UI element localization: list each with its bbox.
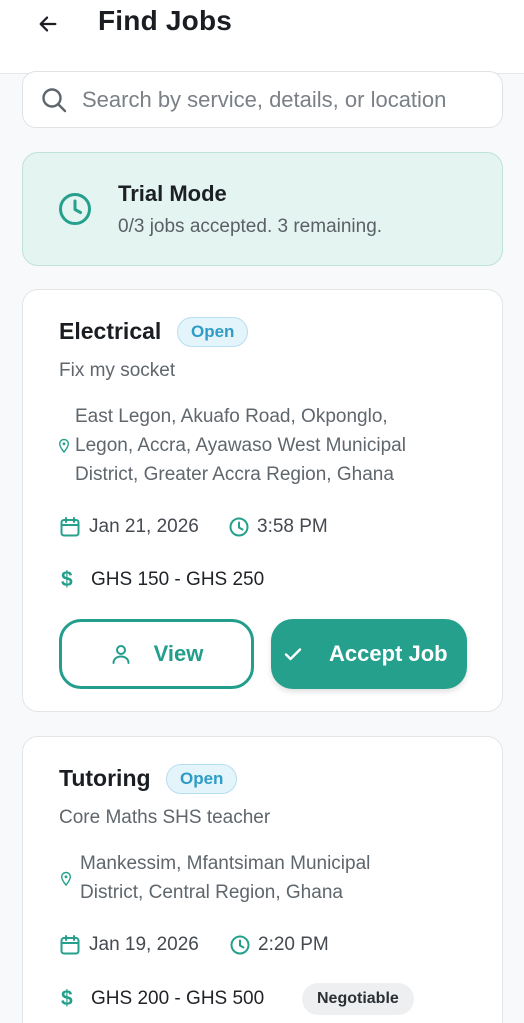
check-icon [284, 648, 302, 661]
search-input[interactable] [82, 86, 502, 113]
trial-subtitle: 0/3 jobs accepted. 3 remaining. [118, 216, 383, 237]
arrow-left-icon [39, 16, 57, 32]
calendar-icon [60, 517, 80, 537]
job-price: GHS 150 - GHS 250 [91, 569, 265, 590]
location-line: East Legon, Akuafo Road, Okponglo, [75, 406, 388, 427]
job-time: 2:20 PM [258, 934, 329, 955]
trial-mode-banner: Trial Mode 0/3 jobs accepted. 3 remainin… [22, 152, 503, 266]
clock-icon [59, 193, 91, 225]
user-icon [112, 645, 130, 664]
view-button-label: View [153, 641, 204, 666]
search-icon [40, 86, 68, 114]
job-description: Core Maths SHS teacher [59, 807, 271, 828]
dollar-icon: $ [61, 568, 73, 591]
job-description: Fix my socket [59, 360, 176, 381]
calendar-icon [60, 935, 80, 955]
clock-icon [230, 935, 250, 955]
status-badge: Open [177, 317, 249, 347]
accept-job-label: Accept Job [329, 641, 448, 666]
negotiable-badge: Negotiable [302, 983, 414, 1015]
job-price: GHS 200 - GHS 500 [91, 988, 265, 1009]
search-bar[interactable] [22, 71, 503, 128]
job-category: Tutoring [59, 765, 151, 791]
dollar-icon: $ [61, 987, 73, 1010]
back-button[interactable] [30, 6, 66, 42]
top-app-bar: Find Jobs [0, 0, 524, 74]
view-button[interactable]: View [59, 619, 254, 689]
location-line: Mankessim, Mfantsiman Municipal [80, 853, 371, 874]
location-pin-icon [60, 871, 72, 887]
job-time: 3:58 PM [257, 516, 328, 537]
job-category: Electrical [59, 318, 162, 344]
location-line: District, Greater Accra Region, Ghana [75, 464, 394, 485]
page-title: Find Jobs [98, 5, 233, 36]
job-card[interactable]: Electrical Open Fix my socket East Legon… [22, 289, 503, 712]
job-date: Jan 21, 2026 [89, 516, 199, 537]
job-card[interactable]: Tutoring Open Core Maths SHS teacher Man… [22, 736, 503, 1023]
location-pin-icon [58, 438, 70, 454]
clock-icon [229, 517, 249, 537]
status-badge: Open [166, 764, 238, 794]
location-line: Legon, Accra, Ayawaso West Municipal [75, 435, 406, 456]
location-line: District, Central Region, Ghana [80, 882, 343, 903]
job-date: Jan 19, 2026 [89, 934, 199, 955]
accept-job-button[interactable]: Accept Job [271, 619, 467, 689]
trial-title: Trial Mode [118, 181, 227, 206]
